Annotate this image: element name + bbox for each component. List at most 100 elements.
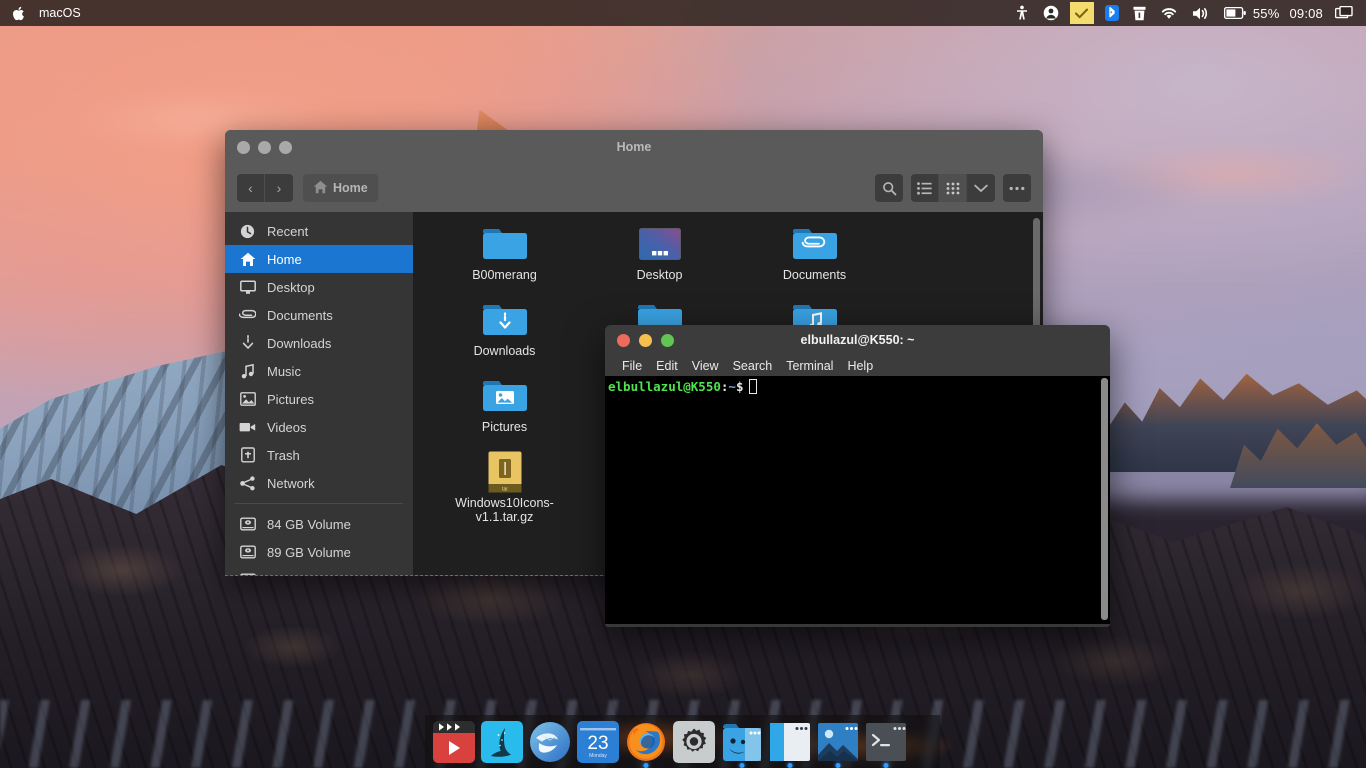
volume-icon[interactable] bbox=[1185, 0, 1217, 26]
sidebar-item-music[interactable]: Music bbox=[225, 357, 413, 385]
file-name: Pictures bbox=[481, 420, 528, 434]
breadcrumb[interactable]: Home bbox=[303, 174, 378, 202]
terminal-window[interactable]: elbullazul@K550: ~ File Edit View Search… bbox=[605, 325, 1110, 627]
sidebar-label: Downloads bbox=[267, 335, 332, 351]
file-item[interactable]: B00merang bbox=[427, 220, 582, 296]
sidebar-item-documents[interactable]: Documents bbox=[225, 301, 413, 329]
sidebar-label: Recent bbox=[267, 223, 309, 239]
sidebar-item-downloads[interactable]: Downloads bbox=[225, 329, 413, 357]
apple-logo-icon[interactable] bbox=[7, 6, 29, 21]
menu-help[interactable]: Help bbox=[840, 359, 880, 373]
menu-search[interactable]: Search bbox=[726, 359, 780, 373]
wifi-icon[interactable] bbox=[1153, 0, 1185, 26]
dock-item-calendar[interactable]: 23 Monday bbox=[577, 721, 619, 763]
file-name: Windows10Icons-v1.1.tar.gz bbox=[455, 496, 554, 524]
dock-item-firefox[interactable] bbox=[625, 721, 667, 768]
network-share-icon bbox=[239, 475, 256, 492]
image-viewer-icon bbox=[817, 721, 859, 763]
sidebar-item-volume-84[interactable]: 84 GB Volume bbox=[225, 510, 413, 538]
displays-icon[interactable] bbox=[1328, 0, 1360, 26]
clock-icon bbox=[239, 223, 256, 240]
dock-item-terminal[interactable] bbox=[865, 721, 907, 768]
text-editor-icon bbox=[769, 721, 811, 763]
close-button[interactable] bbox=[237, 140, 250, 154]
sidebar-item-volume-89[interactable]: 89 GB Volume bbox=[225, 538, 413, 566]
view-mode-switcher[interactable] bbox=[911, 174, 995, 202]
file-item[interactable]: tar Windows10Icons-v1.1.tar.gz bbox=[427, 448, 582, 538]
sidebar-label: 84 GB Volume bbox=[267, 516, 351, 532]
file-item[interactable]: Desktop bbox=[582, 220, 737, 296]
sidebar-item-network[interactable]: Network bbox=[225, 469, 413, 497]
dock-item-settings[interactable] bbox=[673, 721, 715, 763]
menu-terminal[interactable]: Terminal bbox=[779, 359, 840, 373]
running-indicator bbox=[787, 763, 793, 768]
dock-item-thunderbird-mail[interactable] bbox=[529, 721, 571, 763]
dock-item-text-editor[interactable] bbox=[769, 721, 811, 768]
sidebar-label: Music bbox=[267, 363, 301, 379]
overflow-menu-icon[interactable] bbox=[1003, 174, 1031, 202]
paperclip-icon bbox=[239, 307, 256, 324]
battery-percent: 55% bbox=[1252, 5, 1280, 21]
download-arrow-icon bbox=[239, 335, 256, 352]
user-account-icon[interactable] bbox=[1036, 0, 1066, 26]
terminal-scrollbar[interactable] bbox=[1101, 378, 1108, 620]
menu-bar: macOS 55% 09:08 bbox=[0, 0, 1366, 26]
search-icon[interactable] bbox=[875, 174, 903, 202]
sidebar-label: Network bbox=[267, 475, 315, 491]
file-manager-toolbar: ‹ › Home bbox=[225, 164, 1043, 212]
terminal-screen[interactable]: elbullazul@K550 : ~ $ bbox=[605, 376, 1110, 624]
running-indicator bbox=[739, 763, 745, 768]
sidebar-item-desktop[interactable]: Desktop bbox=[225, 273, 413, 301]
svg-text:23: 23 bbox=[587, 733, 608, 754]
clock[interactable]: 09:08 bbox=[1284, 6, 1328, 21]
bluetooth-icon[interactable] bbox=[1098, 0, 1126, 26]
terminal-titlebar[interactable]: elbullazul@K550: ~ bbox=[605, 325, 1110, 355]
accessibility-icon[interactable] bbox=[1008, 0, 1036, 26]
thunderbird-mail-icon bbox=[529, 721, 571, 763]
sidebar-label: Pictures bbox=[267, 391, 314, 407]
sidebar-label: Desktop bbox=[267, 279, 315, 295]
navigation-buttons[interactable]: ‹ › bbox=[237, 174, 293, 202]
dock-item-wizard-app[interactable] bbox=[481, 721, 523, 763]
file-item[interactable]: Documents bbox=[737, 220, 892, 296]
breadcrumb-label: Home bbox=[333, 181, 368, 195]
running-indicator bbox=[835, 763, 841, 768]
image-icon bbox=[239, 391, 256, 408]
file-name: Documents bbox=[782, 268, 847, 282]
firefox-icon bbox=[625, 721, 667, 763]
file-manager-titlebar[interactable]: Home bbox=[225, 130, 1043, 164]
checkmark-badge-icon[interactable] bbox=[1066, 0, 1098, 26]
sidebar-item-trash[interactable]: Trash bbox=[225, 441, 413, 469]
home-icon bbox=[313, 180, 328, 197]
sidebar-item-videos[interactable]: Videos bbox=[225, 413, 413, 441]
sidebar-item-pictures[interactable]: Pictures bbox=[225, 385, 413, 413]
forward-button[interactable]: › bbox=[265, 174, 293, 202]
dock-item-video-player[interactable] bbox=[433, 721, 475, 763]
menu-file[interactable]: File bbox=[615, 359, 649, 373]
sidebar-item-home[interactable]: Home bbox=[225, 245, 413, 273]
grid-view-icon[interactable] bbox=[939, 174, 967, 202]
file-name: Downloads bbox=[473, 344, 536, 358]
minimize-button[interactable] bbox=[258, 140, 271, 154]
dock-item-image-viewer[interactable] bbox=[817, 721, 859, 768]
battery-icon[interactable] bbox=[1217, 0, 1248, 26]
sidebar-item-recent[interactable]: Recent bbox=[225, 217, 413, 245]
sidebar-item-computer[interactable]: Computer bbox=[225, 566, 413, 575]
chevron-down-icon[interactable] bbox=[967, 174, 995, 202]
window-controls[interactable] bbox=[237, 140, 292, 154]
terminal-cursor bbox=[749, 379, 758, 394]
menu-view[interactable]: View bbox=[685, 359, 726, 373]
menu-edit[interactable]: Edit bbox=[649, 359, 685, 373]
file-item[interactable]: Downloads bbox=[427, 296, 582, 372]
video-player-icon bbox=[433, 721, 475, 763]
software-update-icon[interactable] bbox=[1126, 0, 1153, 26]
file-item[interactable]: Pictures bbox=[427, 372, 582, 448]
back-button[interactable]: ‹ bbox=[237, 174, 265, 202]
menubar-app-title[interactable]: macOS bbox=[29, 6, 91, 20]
dock-item-files-nautilus[interactable] bbox=[721, 721, 763, 768]
running-indicator bbox=[883, 763, 889, 768]
video-camera-icon bbox=[239, 419, 256, 436]
list-view-icon[interactable] bbox=[911, 174, 939, 202]
prompt-separator: : bbox=[720, 379, 729, 394]
maximize-button[interactable] bbox=[279, 140, 292, 154]
